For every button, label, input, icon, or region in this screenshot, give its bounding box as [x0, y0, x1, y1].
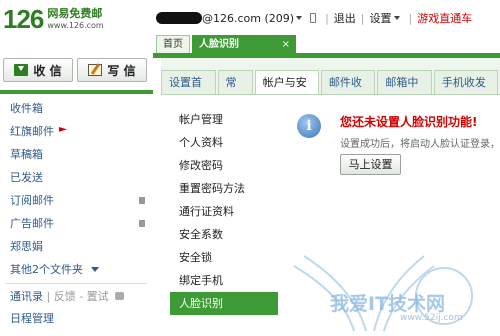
folder-label: 郑思娟 — [10, 240, 43, 253]
menu-bind-phone[interactable]: 绑定手机 — [170, 269, 278, 292]
tab-settings-home[interactable]: 设置首页 — [161, 70, 216, 113]
redacted-username — [156, 12, 202, 24]
folder-flagged[interactable]: 红旗邮件 — [0, 120, 153, 143]
tab-mailbox-center[interactable]: 邮箱中心 — [377, 70, 432, 113]
menu-change-password[interactable]: 修改密码 — [170, 154, 278, 177]
trash-icon[interactable] — [139, 197, 145, 204]
folder-ads[interactable]: 广告邮件 — [0, 212, 153, 235]
menu-account-management[interactable]: 帐户管理 — [170, 108, 278, 131]
logo[interactable]: 126 网易免费邮 www.126.com — [3, 4, 104, 34]
header: 126 网易免费邮 www.126.com @126.com (209) | 退… — [0, 0, 500, 40]
schedule-link[interactable]: 日程管理 — [0, 308, 153, 330]
user-bar: @126.com (209) | 退出 | 设置 | 游戏直通车 — [156, 11, 472, 25]
watermark-text: 我爱IT技术网 — [330, 293, 446, 315]
contacts-row: 通讯录 | 反馈 - 置试 — [0, 286, 153, 308]
menu-security-level[interactable]: 安全系数 — [170, 223, 278, 246]
folder-label: 已发送 — [10, 171, 43, 184]
separator: | — [408, 11, 413, 25]
separator: | — [46, 290, 51, 303]
menu-reset-password[interactable]: 重置密码方法 — [170, 177, 278, 200]
folder-more[interactable]: 其他2个文件夹 — [0, 258, 153, 281]
security-menu: 帐户管理 个人资料 修改密码 重置密码方法 通行证资料 安全系数 安全锁 绑定手… — [170, 108, 278, 315]
folder-inbox[interactable]: 收件箱 — [0, 97, 153, 120]
settings-tabs: 设置首页 常规 帐户与安全 邮件收发 邮箱中心 手机收发邮 — [161, 70, 500, 113]
tab-account-security[interactable]: 帐户与安全 — [254, 70, 319, 113]
menu-passport[interactable]: 通行证资料 — [170, 200, 278, 223]
game-link[interactable]: 游戏直通车 — [417, 10, 472, 26]
tab-mail-send-receive[interactable]: 邮件收发 — [320, 70, 376, 113]
separator: | — [360, 11, 365, 25]
user-dropdown-icon[interactable] — [296, 16, 303, 20]
notice-description: 设置成功后，将启动人脸认证登录， — [340, 139, 500, 150]
folder-label: 订阅邮件 — [10, 194, 54, 207]
folder-list: 收件箱 红旗邮件 草稿箱 已发送 订阅邮件 广告邮件 郑思娟 其他2个文件夹 通… — [0, 97, 153, 330]
logo-number: 126 — [3, 4, 44, 34]
notice-title: 您还未设置人脸识别功能! — [340, 115, 478, 129]
write-label: 写 信 — [107, 63, 136, 78]
settings-link[interactable]: 设置 — [370, 10, 392, 26]
phone-icon[interactable] — [310, 13, 317, 23]
logout-link[interactable]: 退出 — [334, 10, 356, 26]
folder-drafts[interactable]: 草稿箱 — [0, 143, 153, 166]
pencil-icon — [88, 64, 103, 76]
close-icon[interactable]: × — [282, 36, 290, 54]
logo-url: www.126.com — [47, 21, 104, 30]
separator: | — [325, 11, 329, 25]
write-button[interactable]: 写 信 — [77, 58, 147, 82]
divider — [6, 283, 147, 284]
sidebar-green-bar — [0, 90, 153, 94]
receive-label: 收 信 — [33, 63, 62, 78]
watermark-url: www.52ij.com — [400, 313, 463, 323]
chat-icon[interactable] — [115, 292, 125, 300]
settings-dropdown-icon[interactable] — [393, 16, 400, 20]
folder-subscriptions[interactable]: 订阅邮件 — [0, 189, 153, 212]
tab-home[interactable]: 首页 — [156, 35, 190, 53]
chevron-down-icon — [91, 267, 99, 272]
receive-button[interactable]: 收 信 — [3, 58, 73, 82]
setup-now-button[interactable]: 马上设置 — [340, 154, 401, 175]
tab-mobile-mail[interactable]: 手机收发邮 — [433, 70, 498, 113]
folder-sent[interactable]: 已发送 — [0, 166, 153, 189]
folder-label: 红旗邮件 — [10, 125, 54, 138]
folder-label: 草稿箱 — [10, 148, 43, 161]
folder-label: 收件箱 — [10, 102, 43, 115]
sidebar: 收 信 写 信 收件箱 红旗邮件 草稿箱 已发送 订阅邮件 广告邮件 郑思娟 其… — [0, 54, 153, 336]
menu-face-recognition[interactable]: 人脸识别 — [170, 292, 278, 315]
logo-name: 网易免费邮 — [47, 7, 103, 20]
tab-face-recognition[interactable]: 人脸识别 × — [192, 35, 296, 53]
red-flag-icon — [59, 127, 67, 132]
tab-face-recognition-label: 人脸识别 — [199, 39, 239, 50]
menu-security-lock[interactable]: 安全锁 — [170, 246, 278, 269]
folder-custom[interactable]: 郑思娟 — [0, 235, 153, 258]
user-email[interactable]: @126.com (209) — [202, 12, 294, 25]
address-book-link[interactable]: 通讯录 — [10, 290, 43, 303]
tab-general[interactable]: 常规 — [217, 70, 253, 113]
trash-icon[interactable] — [139, 220, 145, 227]
feedback-link[interactable]: 反馈 - 置试 — [54, 290, 109, 303]
folder-label: 其他2个文件夹 — [10, 263, 83, 276]
folder-label: 广告邮件 — [10, 217, 54, 230]
info-icon: i — [297, 114, 321, 138]
menu-profile[interactable]: 个人资料 — [170, 131, 278, 154]
top-tabs: 首页 人脸识别 × — [156, 35, 298, 53]
inbox-icon — [14, 64, 29, 76]
